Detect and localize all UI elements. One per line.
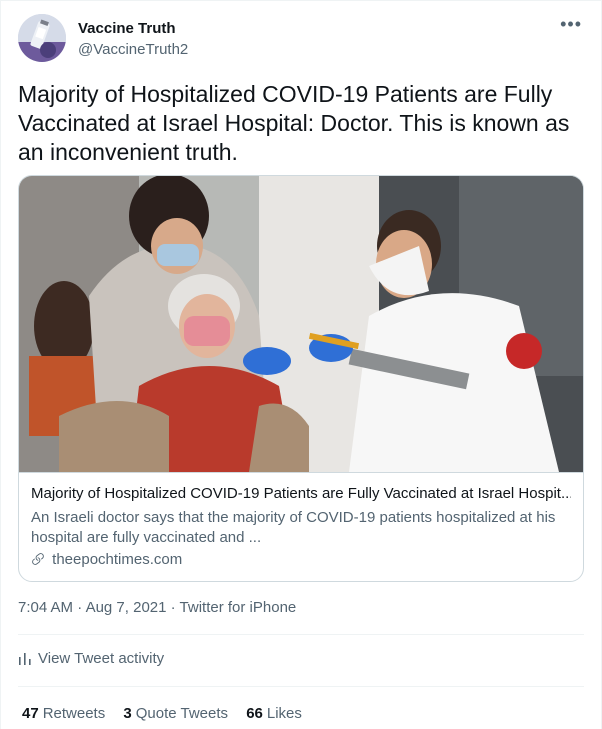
link-preview-card[interactable]: Majority of Hospitalized COVID-19 Patien…: [18, 175, 584, 582]
quote-tweets-count: 3: [123, 705, 132, 722]
tweet-source[interactable]: Twitter for iPhone: [180, 599, 297, 616]
bar-chart-icon: [19, 653, 31, 665]
tweet-time[interactable]: 7:04 AM: [18, 599, 73, 616]
tweet-meta: 7:04 AM · Aug 7, 2021 · Twitter for iPho…: [18, 599, 296, 616]
author-name[interactable]: Vaccine Truth: [78, 20, 176, 37]
likes-count: 66: [246, 705, 263, 722]
retweets-label: Retweets: [42, 705, 106, 722]
tweet-stats: 47 Retweets 3 Quote Tweets 66 Likes: [22, 705, 316, 722]
avatar[interactable]: [18, 14, 66, 62]
retweets-stat[interactable]: 47 Retweets: [22, 705, 105, 722]
quote-tweets-stat[interactable]: 3 Quote Tweets: [123, 705, 228, 722]
frame-border-top: [0, 0, 602, 1]
card-description: An Israeli doctor says that the majority…: [31, 509, 556, 546]
divider: [18, 686, 584, 687]
avatar-image: [18, 14, 66, 62]
likes-stat[interactable]: 66 Likes: [246, 705, 302, 722]
quote-tweets-label: Quote Tweets: [135, 705, 229, 722]
link-icon: [31, 552, 45, 570]
frame-border-left: [0, 0, 1, 729]
more-options-icon[interactable]: •••: [560, 14, 582, 35]
activity-label[interactable]: View Tweet activity: [38, 650, 164, 667]
tweet-text: Majority of Hospitalized COVID-19 Patien…: [18, 81, 570, 165]
tweet-date[interactable]: Aug 7, 2021: [86, 599, 167, 616]
retweets-count: 47: [22, 705, 39, 722]
meta-separator: ·: [77, 599, 86, 616]
author-handle[interactable]: @VaccineTruth2: [78, 41, 188, 58]
view-tweet-activity-link[interactable]: View Tweet activity: [18, 650, 164, 667]
likes-label: Likes: [266, 705, 302, 722]
meta-separator: ·: [170, 599, 180, 616]
vaccination-photo[interactable]: [19, 176, 583, 472]
card-title[interactable]: Majority of Hospitalized COVID-19 Patien…: [31, 485, 571, 502]
card-domain[interactable]: theepochtimes.com: [31, 551, 182, 570]
tweet-header: Vaccine Truth @VaccineTruth2 •••: [18, 14, 588, 64]
card-text-area[interactable]: Majority of Hospitalized COVID-19 Patien…: [19, 472, 583, 581]
divider: [18, 634, 584, 635]
card-domain-text[interactable]: theepochtimes.com: [52, 551, 182, 568]
